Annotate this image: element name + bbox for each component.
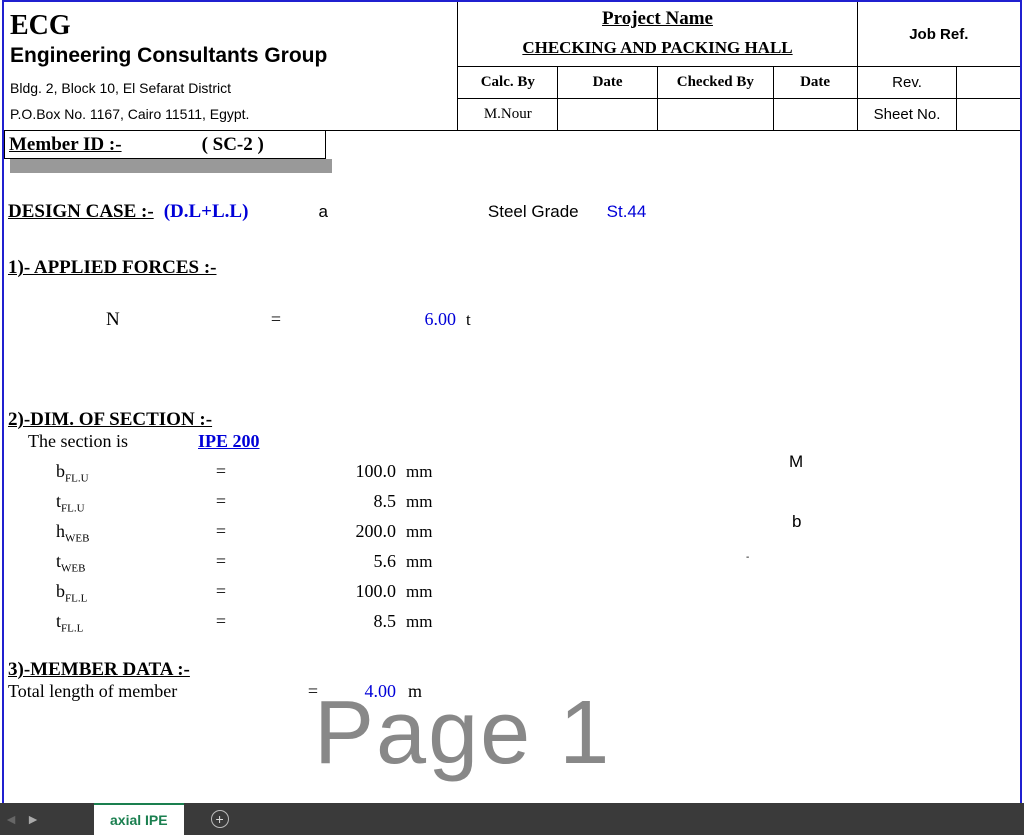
dim-symbol: h (56, 521, 65, 541)
dim-value: 100.0 (246, 581, 406, 602)
sheet-tab-label: axial IPE (110, 812, 168, 828)
dim-unit: mm (406, 612, 466, 632)
dim-eq: = (196, 491, 246, 512)
dim-subscript: FL.U (65, 473, 89, 485)
date2-header: Date (773, 67, 857, 99)
dim-subscript: WEB (65, 533, 89, 545)
date-value (558, 99, 658, 131)
calc-by-header: Calc. By (458, 67, 558, 99)
dim-value: 5.6 (246, 551, 406, 572)
force-unit: t (466, 310, 526, 330)
company-address-1: Bldg. 2, Block 10, El Sefarat District (10, 80, 451, 96)
member-data-unit: m (408, 681, 422, 702)
member-id-label: Member ID :- (5, 134, 122, 156)
dim-eq: = (196, 461, 246, 482)
member-data-value: 4.00 (328, 681, 408, 702)
member-data-title: 3)-MEMBER DATA :- (8, 659, 1016, 681)
dim-row: tWEB=5.6mm (56, 551, 1016, 581)
calc-by-value: M.Nour (458, 99, 558, 131)
dim-value: 100.0 (246, 461, 406, 482)
diagram-label-M: M (789, 452, 803, 472)
company-address-2: P.O.Box No. 1167, Cairo 11511, Egypt. (10, 106, 451, 122)
dim-eq: = (196, 521, 246, 542)
dim-row: bFL.L =100.0mm (56, 581, 1016, 611)
company-short: ECG (10, 10, 451, 42)
rev-header: Rev. (857, 67, 957, 99)
dim-unit: mm (406, 492, 466, 512)
dim-row: hWEB =200.0mm (56, 521, 1016, 551)
member-id-value: ( SC-2 ) (202, 134, 264, 156)
member-id-row: Member ID :- ( SC-2 ) (4, 131, 326, 159)
section-name: IPE 200 (198, 431, 260, 452)
title-block-table: ECG Engineering Consultants Group Bldg. … (4, 2, 1020, 131)
force-value: 6.00 (326, 309, 466, 330)
plus-icon: + (211, 810, 229, 828)
checked-by-value (658, 99, 774, 131)
dim-eq: = (196, 581, 246, 602)
dim-eq: = (196, 611, 246, 632)
dim-unit: mm (406, 462, 466, 482)
date-header: Date (558, 67, 658, 99)
sheet-no-header: Sheet No. (857, 99, 957, 131)
dim-unit: mm (406, 552, 466, 572)
steel-grade-label: Steel Grade (488, 202, 579, 222)
dim-subscript: FL.L (65, 593, 87, 605)
dim-value: 8.5 (246, 611, 406, 632)
dim-subscript: FL.U (61, 503, 85, 515)
project-name: CHECKING AND PACKING HALL (462, 38, 852, 58)
member-id-shadow (10, 159, 332, 173)
dim-symbol: b (56, 461, 65, 481)
checked-by-header: Checked By (658, 67, 774, 99)
dim-eq: = (196, 551, 246, 572)
member-data-eq: = (298, 681, 328, 702)
tab-scroll-left[interactable]: ◄ (0, 811, 22, 827)
company-name: Engineering Consultants Group (10, 44, 451, 68)
sheet-tab-active[interactable]: axial IPE (94, 803, 184, 835)
design-case-letter: a (318, 202, 327, 222)
document-page: ECG Engineering Consultants Group Bldg. … (2, 0, 1022, 803)
dim-symbol: b (56, 581, 65, 601)
tab-scroll-right[interactable]: ► (22, 811, 44, 827)
date2-value (773, 99, 857, 131)
member-data-label: Total length of member (8, 681, 298, 702)
dim-row: tFL.L=8.5mm (56, 611, 1016, 641)
sheet-no-value (957, 99, 1020, 131)
diagram-label-b: b (792, 512, 801, 532)
job-ref-label: Job Ref. (857, 2, 1020, 67)
dim-row: bFL.U =100.0mm (56, 461, 1016, 491)
section-is-label: The section is (28, 431, 198, 452)
force-symbol: N (106, 309, 120, 330)
dim-section-title: 2)-DIM. OF SECTION :- (8, 409, 1016, 431)
dim-unit: mm (406, 582, 466, 602)
project-name-label: Project Name (462, 8, 852, 30)
rev-value (957, 67, 1020, 99)
dim-subscript: FL.L (61, 623, 83, 635)
sheet-tab-bar: ◄ ► axial IPE + (0, 803, 1024, 835)
member-data-row: Total length of member = 4.00 m (8, 681, 1016, 711)
dim-row: tFL.U=8.5mm (56, 491, 1016, 521)
force-row: N = 6.00 t (58, 309, 1016, 339)
add-sheet-button[interactable]: + (204, 803, 236, 835)
dim-unit: mm (406, 522, 466, 542)
dim-value: 200.0 (246, 521, 406, 542)
force-eq: = (226, 309, 326, 330)
dim-subscript: WEB (61, 563, 85, 575)
applied-forces-title: 1)- APPLIED FORCES :- (8, 257, 1016, 279)
design-case-value: (D.L+L.L) (164, 201, 249, 223)
design-case-label: DESIGN CASE :- (8, 201, 154, 223)
dim-value: 8.5 (246, 491, 406, 512)
diagram-dash: - (746, 552, 749, 563)
steel-grade-value: St.44 (607, 202, 647, 222)
